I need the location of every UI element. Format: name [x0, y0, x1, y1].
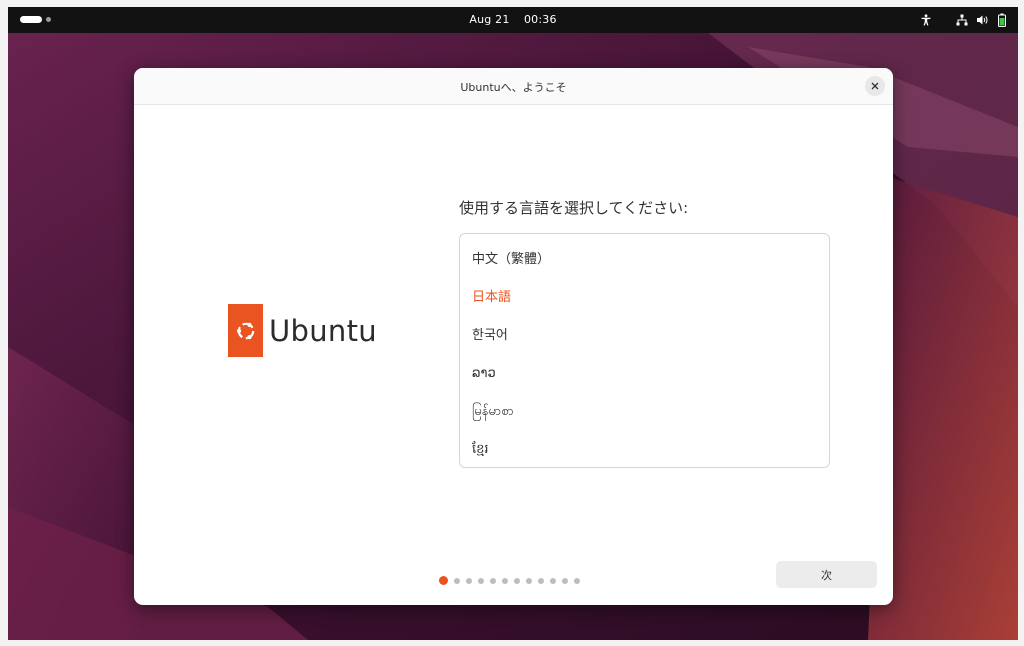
ubuntu-circle-of-friends-icon: [228, 304, 263, 357]
language-option-selected[interactable]: 日本語: [460, 279, 829, 317]
accessibility-icon[interactable]: [918, 12, 934, 28]
step-dot: [490, 577, 496, 584]
step-dot-active: [439, 576, 448, 585]
ubuntu-wordmark: Ubuntu: [269, 313, 377, 348]
step-dot: [574, 577, 580, 584]
system-tray[interactable]: [918, 12, 1010, 28]
step-dot: [502, 577, 508, 584]
language-option[interactable]: မြန်မာစာ: [460, 393, 829, 431]
top-bar: Aug 21 00:36: [8, 7, 1018, 33]
desktop-screen: Aug 21 00:36 Ubuntuへ、ようこそ Ubuntu 使用する言語を…: [8, 7, 1018, 640]
step-dot: [550, 577, 556, 584]
language-option[interactable]: 한국어: [460, 317, 829, 355]
dialog-headerbar: Ubuntuへ、ようこそ: [134, 68, 893, 105]
step-dot: [466, 577, 472, 584]
language-option[interactable]: ລາວ: [460, 355, 829, 393]
step-dot: [538, 577, 544, 584]
clock[interactable]: Aug 21 00:36: [8, 13, 1018, 26]
next-button-label: 次: [821, 568, 832, 582]
clock-time: 00:36: [523, 13, 557, 26]
close-icon: [871, 82, 879, 90]
close-button[interactable]: [865, 76, 885, 96]
step-dot: [454, 577, 460, 584]
step-dot: [478, 577, 484, 584]
step-dot: [514, 577, 520, 584]
network-icon[interactable]: [954, 12, 970, 28]
step-dot: [562, 577, 568, 584]
battery-icon[interactable]: [994, 12, 1010, 28]
volume-icon[interactable]: [974, 12, 990, 28]
next-button[interactable]: 次: [776, 561, 877, 588]
ubuntu-logo: Ubuntu: [228, 304, 377, 357]
welcome-dialog: Ubuntuへ、ようこそ Ubuntu 使用する言語を選択してください: 中文（…: [134, 68, 893, 605]
step-dot: [526, 577, 532, 584]
language-option[interactable]: ខ្មែរ: [460, 431, 829, 467]
step-indicator: [439, 576, 580, 585]
language-prompt: 使用する言語を選択してください:: [459, 199, 689, 217]
dialog-title: Ubuntuへ、ようこそ: [460, 81, 567, 94]
language-list[interactable]: 中文（繁體） 日本語 한국어 ລາວ မြန်မာစာ ខ្មែរ: [459, 233, 830, 468]
clock-date: Aug 21: [469, 13, 510, 26]
language-option[interactable]: 中文（繁體）: [460, 241, 829, 279]
